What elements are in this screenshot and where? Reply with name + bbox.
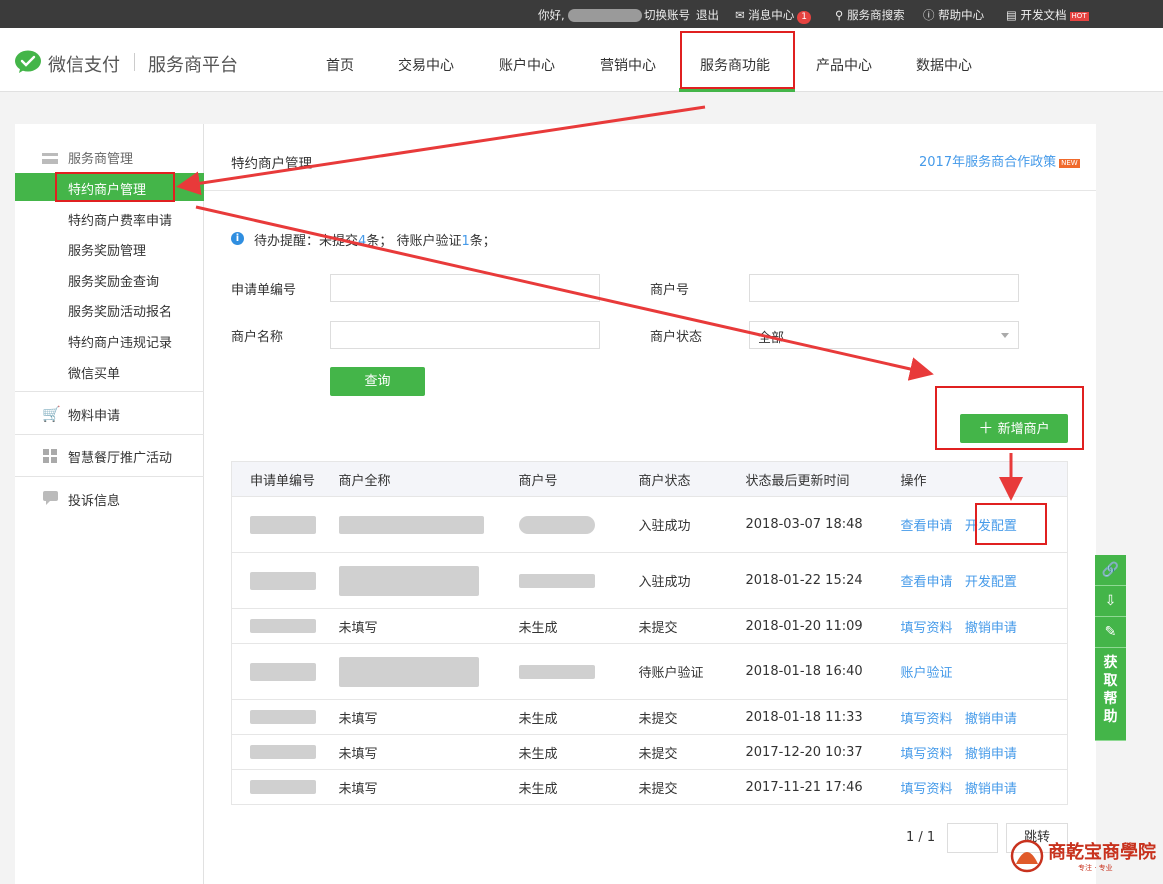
- arrow-nav-to-sidebar: [176, 105, 706, 196]
- watermark-text: 商乾宝商學院: [1048, 842, 1156, 863]
- link-icon[interactable]: 🔗: [1095, 555, 1126, 586]
- edit-icon[interactable]: ✎: [1095, 617, 1126, 648]
- get-help-button[interactable]: 获取帮助: [1095, 648, 1126, 741]
- watermark-logo-icon: [1010, 839, 1044, 873]
- help-sidebar: 🔗 ⇩ ✎ 获取帮助: [1095, 555, 1126, 741]
- arrow-sidebar-to-add: [195, 205, 934, 381]
- watermark-sub: 专注 · 专业: [1078, 864, 1113, 872]
- download-icon[interactable]: ⇩: [1095, 586, 1126, 617]
- watermark: 商乾宝商學院 专注 · 专业: [1008, 832, 1163, 880]
- annotation-arrows: [176, 105, 1023, 501]
